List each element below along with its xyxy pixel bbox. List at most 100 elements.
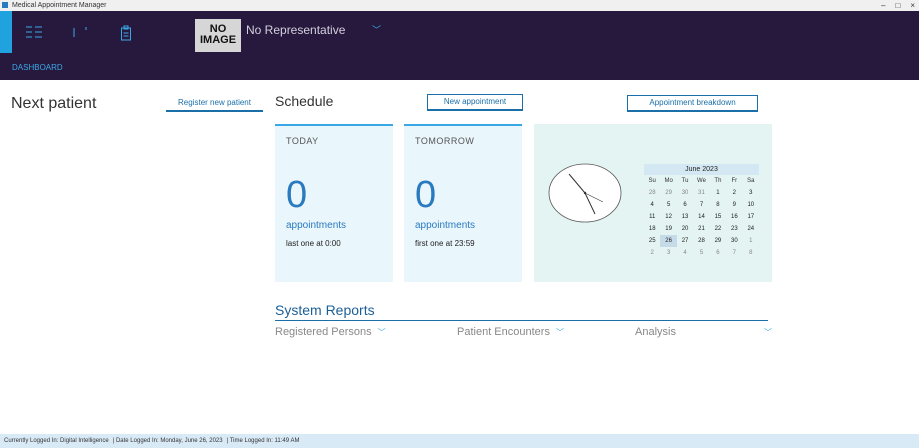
today-label: TODAY bbox=[286, 136, 319, 146]
calendar-day[interactable]: 11 bbox=[644, 211, 660, 223]
calendar-day[interactable]: 22 bbox=[710, 223, 726, 235]
tomorrow-unit: appointments bbox=[415, 220, 476, 231]
next-patient-title: Next patient bbox=[11, 95, 97, 112]
calendar-day[interactable]: 10 bbox=[743, 199, 759, 211]
report-label: Analysis bbox=[635, 326, 676, 338]
report-label: Registered Persons bbox=[275, 326, 372, 338]
report-label: Patient Encounters bbox=[457, 326, 550, 338]
status-logged-in: Currently Logged In: Digital Intelligenc… bbox=[4, 438, 109, 444]
window-controls: – □ × bbox=[881, 0, 915, 11]
clipboard-icon[interactable] bbox=[120, 25, 132, 44]
system-reports-title: System Reports bbox=[275, 302, 375, 318]
tomorrow-card: TOMORROW 0 appointments first one at 23:… bbox=[404, 124, 522, 282]
chevron-down-icon[interactable]: ﹀ bbox=[378, 328, 386, 337]
calendar-day[interactable]: 25 bbox=[644, 235, 660, 247]
calendar-day[interactable]: 21 bbox=[693, 223, 709, 235]
calendar-day[interactable]: 15 bbox=[710, 211, 726, 223]
calendar-day[interactable]: 2 bbox=[644, 247, 660, 259]
calendar-day[interactable]: 30 bbox=[677, 187, 693, 199]
calendar-day-of-week: Mo bbox=[664, 178, 673, 184]
status-date: Date Logged In: Monday, June 26, 2023 bbox=[115, 438, 223, 444]
chevron-down-icon[interactable]: ﹀ bbox=[556, 328, 564, 337]
calendar-day[interactable]: 31 bbox=[693, 187, 709, 199]
chevron-down-icon[interactable]: ﹀ bbox=[372, 23, 381, 36]
new-appointment-button[interactable]: New appointment bbox=[427, 94, 523, 111]
calendar-day-of-week: Sa bbox=[747, 178, 755, 184]
tomorrow-count: 0 bbox=[415, 174, 437, 216]
calendar-day[interactable]: 7 bbox=[693, 199, 709, 211]
maximize-button[interactable]: □ bbox=[895, 0, 900, 11]
calendar-day[interactable]: 6 bbox=[710, 247, 726, 259]
calendar-day[interactable]: 2 bbox=[726, 187, 742, 199]
calendar-day[interactable]: 28 bbox=[644, 187, 660, 199]
chevron-down-icon[interactable]: ﹀ bbox=[764, 328, 772, 337]
status-time: Time Logged In: 11:49 AM bbox=[229, 438, 300, 444]
analog-clock-icon bbox=[548, 163, 622, 223]
calendar-day[interactable]: 14 bbox=[693, 211, 709, 223]
register-new-patient-button[interactable]: Register new patient bbox=[166, 96, 263, 112]
calendar-day[interactable]: 28 bbox=[693, 235, 709, 247]
calendar-day-of-week: We bbox=[697, 178, 706, 184]
report-analysis[interactable]: Analysis ﹀ bbox=[635, 326, 772, 338]
appointment-breakdown-button[interactable]: Appointment breakdown bbox=[627, 95, 758, 112]
calendar-day[interactable]: 30 bbox=[726, 235, 742, 247]
calendar-day[interactable]: 8 bbox=[710, 199, 726, 211]
dashboard-link[interactable]: DASHBOARD bbox=[12, 63, 63, 72]
representative-select[interactable]: No Representative bbox=[246, 23, 345, 37]
calendar-day[interactable]: 19 bbox=[660, 223, 676, 235]
calendar-grid: Su Mo Tu We Th Fr Sa 28 29 30 31 1 2 3 4 5 6 7 8 9 10 11 12 13 1… bbox=[644, 175, 759, 259]
calendar-day-of-week: Su bbox=[648, 178, 656, 184]
calendar-day-of-week: Fr bbox=[731, 178, 738, 184]
header-accent-bar bbox=[0, 11, 12, 53]
calendar-day[interactable]: 20 bbox=[677, 223, 693, 235]
system-reports-divider bbox=[275, 320, 768, 321]
calendar-day[interactable]: 26 bbox=[660, 235, 677, 247]
calendar-month[interactable]: June 2023 bbox=[644, 164, 759, 175]
calendar-day[interactable]: 6 bbox=[677, 199, 693, 211]
today-unit: appointments bbox=[286, 220, 347, 231]
calendar-day[interactable]: 9 bbox=[726, 199, 742, 211]
calendar-day[interactable]: 16 bbox=[726, 211, 742, 223]
close-button[interactable]: × bbox=[910, 0, 915, 11]
calendar-day[interactable]: 29 bbox=[660, 187, 676, 199]
calendar-day[interactable]: 5 bbox=[693, 247, 709, 259]
tomorrow-note: first one at 23:59 bbox=[415, 239, 475, 248]
calendar-day[interactable]: 18 bbox=[644, 223, 660, 235]
calendar-day[interactable]: 8 bbox=[743, 247, 759, 259]
calendar-day[interactable]: 13 bbox=[677, 211, 693, 223]
grid-icon[interactable] bbox=[25, 25, 43, 42]
report-patient-encounters[interactable]: Patient Encounters ﹀ bbox=[457, 326, 564, 338]
clock-calendar-panel: June 2023 Su Mo Tu We Th Fr Sa 28 29 30 31 1 2 3 4 5 6 7 8… bbox=[534, 124, 772, 282]
calendar-day[interactable]: 23 bbox=[726, 223, 742, 235]
calendar-day[interactable]: 1 bbox=[743, 235, 759, 247]
schedule-title: Schedule bbox=[275, 93, 334, 109]
calendar-day[interactable]: 7 bbox=[726, 247, 742, 259]
calendar-day[interactable]: 24 bbox=[743, 223, 759, 235]
calendar-day[interactable]: 27 bbox=[677, 235, 693, 247]
calendar-day[interactable]: 4 bbox=[677, 247, 693, 259]
calendar-day[interactable]: 4 bbox=[644, 199, 660, 211]
minimize-button[interactable]: – bbox=[881, 0, 885, 11]
calendar-day[interactable]: 3 bbox=[660, 247, 676, 259]
avatar-placeholder: NO IMAGE bbox=[195, 19, 241, 52]
report-registered-persons[interactable]: Registered Persons ﹀ bbox=[275, 326, 386, 338]
calendar-day-of-week: Th bbox=[714, 178, 722, 184]
window-titlebar: Medical Appointment Manager – □ × bbox=[0, 0, 919, 11]
window-title: Medical Appointment Manager bbox=[11, 2, 107, 9]
calendar-day[interactable]: 12 bbox=[660, 211, 676, 223]
status-bar: Currently Logged In: Digital Intelligenc… bbox=[0, 434, 919, 448]
calendar-day[interactable]: 17 bbox=[743, 211, 759, 223]
calendar-day-of-week: Tu bbox=[681, 178, 689, 184]
today-card: TODAY 0 appointments last one at 0:00 bbox=[275, 124, 393, 282]
app-icon bbox=[2, 2, 8, 9]
app-header: NO IMAGE No Representative ﹀ DASHBOARD bbox=[0, 11, 919, 80]
calendar-day[interactable]: 5 bbox=[660, 199, 676, 211]
divider-icon[interactable] bbox=[72, 25, 88, 42]
tomorrow-label: TOMORROW bbox=[415, 136, 475, 146]
today-count: 0 bbox=[286, 174, 308, 216]
calendar-day[interactable]: 29 bbox=[710, 235, 726, 247]
today-note: last one at 0:00 bbox=[286, 239, 341, 248]
calendar: June 2023 Su Mo Tu We Th Fr Sa 28 29 30 31 1 2 3 4 5 6 7 8… bbox=[644, 164, 759, 259]
calendar-day[interactable]: 1 bbox=[710, 187, 726, 199]
calendar-day[interactable]: 3 bbox=[743, 187, 759, 199]
